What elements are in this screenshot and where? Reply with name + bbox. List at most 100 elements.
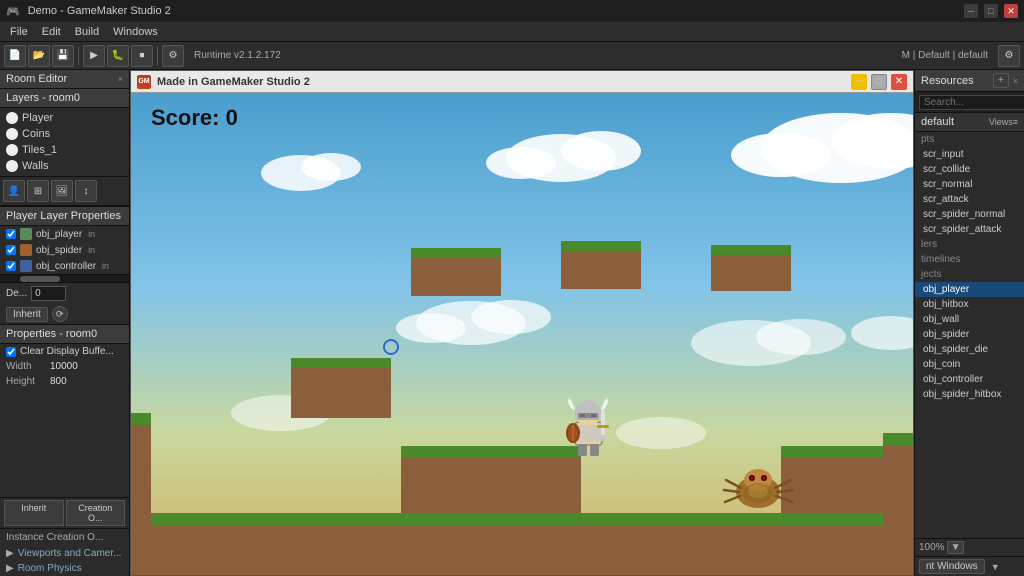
- right-panel: Resources + × ◀ ▶ default Views≡ pts scr…: [914, 70, 1024, 576]
- game-close-btn[interactable]: ✕: [891, 74, 907, 90]
- inherit-btn[interactable]: Inherit: [6, 307, 48, 322]
- res-obj-controller[interactable]: obj_controller: [915, 372, 1024, 387]
- zoom-dropdown[interactable]: ▼: [947, 541, 965, 554]
- inherit-room-btn[interactable]: Inherit: [4, 500, 64, 526]
- room-bottom-btns: Inherit Creation O...: [0, 497, 129, 528]
- scrollbar-thumb: [20, 276, 60, 282]
- main-toolbar: 📄 📂 💾 ▶ 🐛 ⏹ ⚙ Runtime v2.1.2.172 M | Def…: [0, 42, 1024, 70]
- platform-3-top: [711, 245, 791, 255]
- score-value: 0: [226, 105, 238, 130]
- res-scr-collide[interactable]: scr_collide: [915, 162, 1024, 177]
- layer-add-instance[interactable]: 👤: [3, 180, 25, 202]
- prop-spider-checkbox[interactable]: [6, 245, 16, 255]
- layer-add-tile[interactable]: ⊞: [27, 180, 49, 202]
- toolbar-play[interactable]: ▶: [83, 45, 105, 67]
- ground-step1: [401, 458, 581, 513]
- res-scr-spider-attack[interactable]: scr_spider_attack: [915, 222, 1024, 237]
- resources-title: Resources: [921, 75, 974, 87]
- toolbar-debug[interactable]: 🐛: [107, 45, 129, 67]
- room-physics-item[interactable]: ▶ Room Physics: [0, 561, 129, 576]
- platform-2-top: [561, 241, 641, 251]
- search-input[interactable]: [919, 95, 1024, 110]
- res-scr-input[interactable]: scr_input: [915, 147, 1024, 162]
- scrollbar-h[interactable]: [0, 274, 129, 282]
- res-obj-spider[interactable]: obj_spider: [915, 327, 1024, 342]
- toolbar-stop[interactable]: ⏹: [131, 45, 153, 67]
- creation-btn[interactable]: Creation O...: [66, 500, 126, 526]
- toolbar-open[interactable]: 📂: [28, 45, 50, 67]
- layer-tool4[interactable]: ↕: [75, 180, 97, 202]
- inherit-row: Inherit ⟳: [0, 304, 129, 324]
- menu-windows[interactable]: Windows: [107, 24, 164, 40]
- objects-section-label: jects: [915, 267, 1024, 282]
- res-obj-spider-die[interactable]: obj_spider_die: [915, 342, 1024, 357]
- layer-coins-label: Coins: [22, 128, 50, 140]
- shaders-label: lers: [915, 237, 1024, 252]
- res-obj-player[interactable]: obj_player: [915, 282, 1024, 297]
- resources-close-btn[interactable]: ×: [1013, 76, 1018, 86]
- terrain-right-top: [883, 433, 913, 445]
- toolbar-grid[interactable]: ⚙: [998, 45, 1020, 67]
- res-scr-spider-normal[interactable]: scr_spider_normal: [915, 207, 1024, 222]
- layer-player[interactable]: Player: [0, 110, 129, 126]
- terrain-left: [131, 425, 151, 525]
- menu-build[interactable]: Build: [69, 24, 105, 40]
- maximize-btn[interactable]: □: [984, 4, 998, 18]
- game-window-controls: ─ □ ✕: [851, 74, 907, 90]
- app-titlebar: 🎮 Demo - GameMaker Studio 2 ─ □ ✕: [0, 0, 1024, 22]
- windows-btn[interactable]: nt Windows: [919, 559, 985, 574]
- room-editor-title: Room Editor: [6, 73, 67, 85]
- room-physics-label: Room Physics: [18, 563, 82, 574]
- toolbar-save[interactable]: 💾: [52, 45, 74, 67]
- res-obj-coin[interactable]: obj_coin: [915, 357, 1024, 372]
- clear-display-checkbox[interactable]: [6, 347, 16, 357]
- minimize-btn[interactable]: ─: [964, 4, 978, 18]
- prop-controller-checkbox[interactable]: [6, 261, 16, 271]
- res-obj-spider-hitbox[interactable]: obj_spider_hitbox: [915, 387, 1024, 402]
- zoom-label: 100%: [919, 542, 945, 553]
- menu-edit[interactable]: Edit: [36, 24, 67, 40]
- platform-2-body: [561, 251, 641, 289]
- toolbar-new[interactable]: 📄: [4, 45, 26, 67]
- game-minimize-btn[interactable]: ─: [851, 74, 867, 90]
- inherit-reset-btn[interactable]: ⟳: [52, 306, 68, 322]
- close-btn[interactable]: ✕: [1004, 4, 1018, 18]
- app-title: Demo - GameMaker Studio 2: [28, 5, 171, 17]
- views-btn[interactable]: Views≡: [989, 117, 1018, 127]
- platform-3: [711, 245, 791, 291]
- res-obj-hitbox[interactable]: obj_hitbox: [915, 297, 1024, 312]
- menubar: File Edit Build Windows: [0, 22, 1024, 42]
- room-editor-header: Room Editor ×: [0, 70, 129, 89]
- game-area: Score: 0: [131, 93, 913, 575]
- game-maximize-btn[interactable]: □: [871, 74, 887, 90]
- viewports-item[interactable]: ▶ Viewports and Camer...: [0, 546, 129, 561]
- toolbar-settings[interactable]: ⚙: [162, 45, 184, 67]
- prop-obj-player[interactable]: obj_player in: [0, 226, 129, 242]
- left-panel: Room Editor × Layers - room0 Player Coin…: [0, 70, 130, 576]
- layers-header: Layers - room0: [0, 89, 129, 108]
- depth-input[interactable]: 0: [31, 286, 66, 301]
- res-obj-wall[interactable]: obj_wall: [915, 312, 1024, 327]
- prop-player-checkbox[interactable]: [6, 229, 16, 239]
- resources-add-btn[interactable]: +: [993, 73, 1009, 88]
- layer-tiles-label: Tiles_1: [22, 144, 57, 156]
- layer-tiles[interactable]: Tiles_1: [0, 142, 129, 158]
- room-editor-close[interactable]: ×: [118, 74, 123, 84]
- layer-dot: [6, 128, 18, 140]
- menu-file[interactable]: File: [4, 24, 34, 40]
- clear-display-row: Clear Display Buffe...: [0, 344, 129, 359]
- prop-obj-spider[interactable]: obj_spider in: [0, 242, 129, 258]
- score-display: Score: 0: [151, 105, 238, 131]
- layer-dot: [6, 112, 18, 124]
- layer-coins[interactable]: Coins: [0, 126, 129, 142]
- platform-4-top: [291, 358, 391, 368]
- res-scr-attack[interactable]: scr_attack: [915, 192, 1024, 207]
- prop-obj-controller[interactable]: obj_controller in: [0, 258, 129, 274]
- zoom-bar: 100% ▼: [915, 538, 1024, 556]
- layer-walls[interactable]: Walls: [0, 158, 129, 174]
- res-scr-normal[interactable]: scr_normal: [915, 177, 1024, 192]
- bottom-dropdown[interactable]: ▼: [991, 562, 1000, 572]
- layer-add-bg[interactable]: 🖼: [51, 180, 73, 202]
- viewports-label: Viewports and Camer...: [18, 548, 122, 559]
- ground-step1-top: [401, 446, 581, 458]
